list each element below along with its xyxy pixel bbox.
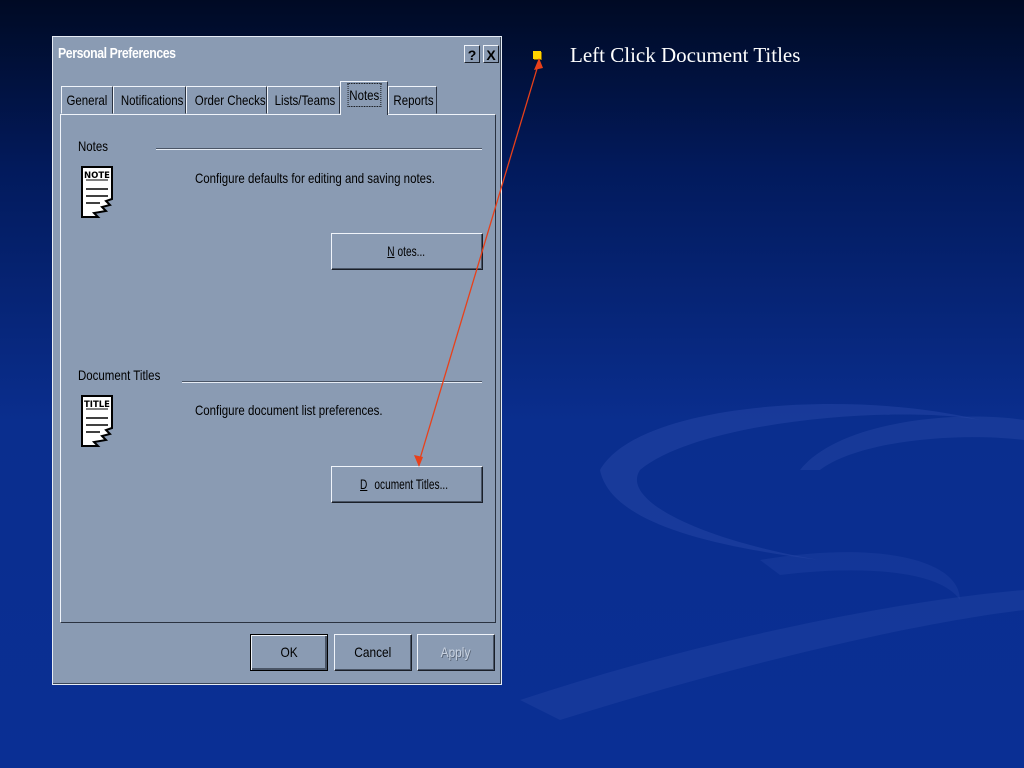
document-titles-description: Configure document list preferences. [195, 402, 383, 418]
apply-button[interactable]: Apply [417, 634, 495, 671]
ok-button[interactable]: OK [250, 634, 328, 671]
tab-general[interactable]: General [61, 86, 113, 114]
dialog-titlebar[interactable]: Personal Preferences ? X [55, 39, 499, 68]
notes-section-label: Notes [78, 138, 108, 154]
tab-lists-teams[interactable]: Lists/Teams [267, 86, 340, 114]
notes-tab-panel: Notes NOTE Configure defaults for editin… [60, 114, 496, 623]
tab-notifications[interactable]: Notifications [113, 86, 186, 114]
slide-bullet-text: Left Click Document Titles [570, 43, 801, 67]
tab-order-checks[interactable]: Order Checks [186, 86, 267, 114]
note-document-icon: NOTE [81, 166, 113, 218]
dialog-title: Personal Preferences [58, 45, 176, 62]
notes-description: Configure defaults for editing and savin… [195, 170, 435, 186]
tab-notes[interactable]: Notes [340, 81, 388, 115]
tab-reports[interactable]: Reports [388, 86, 437, 114]
document-titles-button[interactable]: Document Titles... [331, 466, 483, 503]
bullet-icon [533, 51, 541, 59]
help-button[interactable]: ? [464, 45, 480, 63]
close-button[interactable]: X [483, 45, 499, 63]
cancel-button[interactable]: Cancel [334, 634, 412, 671]
title-document-icon: TITLE [81, 395, 113, 447]
document-titles-separator [182, 381, 482, 383]
notes-separator [156, 148, 482, 150]
document-titles-section-label: Document Titles [78, 367, 161, 383]
personal-preferences-dialog: Personal Preferences ? X General Notific… [52, 36, 502, 685]
notes-button[interactable]: Notes... [331, 233, 483, 270]
